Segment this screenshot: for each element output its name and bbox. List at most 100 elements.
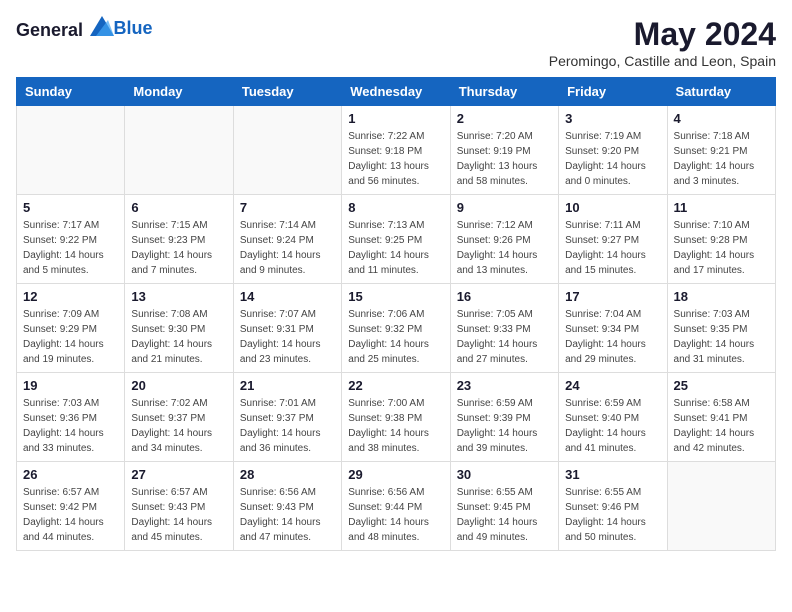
sunrise-text: Sunrise: 7:15 AM	[131, 218, 226, 233]
table-row: 27Sunrise: 6:57 AMSunset: 9:43 PMDayligh…	[125, 462, 233, 551]
logo-icon	[90, 16, 114, 36]
day-number: 27	[131, 467, 226, 482]
table-row: 28 Sunrise: 6:56 AMSunset: 9:43 PMDayligh…	[233, 462, 341, 551]
daylight-text: Daylight: 14 hours and 49 minutes.	[457, 515, 552, 545]
day-number: 26	[23, 467, 118, 482]
table-row: 2 Sunrise: 7:20 AMSunset: 9:19 PMDaylight…	[450, 106, 558, 195]
daylight-text: Daylight: 14 hours and 7 minutes.	[131, 248, 226, 278]
sunrise-text: Sunrise: 7:20 AM	[457, 129, 552, 144]
day-number: 12	[23, 289, 118, 304]
sunset-text: Sunset: 9:46 PM	[565, 500, 660, 515]
sunrise-text: Sunrise: 7:13 AM	[348, 218, 443, 233]
table-row: 5 Sunrise: 7:17 AMSunset: 9:22 PMDaylight…	[17, 195, 125, 284]
day-info: Sunrise: 6:59 AMSunset: 9:40 PMDaylight:…	[565, 396, 660, 456]
day-number: 3	[565, 111, 660, 126]
sunset-text: Sunset: 9:42 PM	[23, 500, 118, 515]
day-info: Sunrise: 7:03 AMSunset: 9:35 PMDaylight:…	[674, 307, 769, 367]
day-number: 5	[23, 200, 118, 215]
table-row: 18 Sunrise: 7:03 AMSunset: 9:35 PMDayligh…	[667, 284, 775, 373]
header-saturday: Saturday	[667, 78, 775, 106]
table-row: 3Sunrise: 7:19 AMSunset: 9:20 PMDaylight…	[559, 106, 667, 195]
daylight-text: Daylight: 14 hours and 39 minutes.	[457, 426, 552, 456]
day-info: Sunrise: 7:09 AMSunset: 9:29 PMDaylight:…	[23, 307, 118, 367]
calendar-week-row: 5 Sunrise: 7:17 AMSunset: 9:22 PMDaylight…	[17, 195, 776, 284]
daylight-text: Daylight: 13 hours and 58 minutes.	[457, 159, 552, 189]
header-tuesday: Tuesday	[233, 78, 341, 106]
day-number: 18	[674, 289, 769, 304]
day-info: Sunrise: 7:13 AMSunset: 9:25 PMDaylight:…	[348, 218, 443, 278]
sunrise-text: Sunrise: 7:02 AM	[131, 396, 226, 411]
sunset-text: Sunset: 9:18 PM	[348, 144, 443, 159]
sunrise-text: Sunrise: 7:01 AM	[240, 396, 335, 411]
day-number: 28	[240, 467, 335, 482]
sunset-text: Sunset: 9:28 PM	[674, 233, 769, 248]
sunrise-text: Sunrise: 6:55 AM	[457, 485, 552, 500]
calendar-week-row: 26Sunrise: 6:57 AMSunset: 9:42 PMDayligh…	[17, 462, 776, 551]
sunrise-text: Sunrise: 6:58 AM	[674, 396, 769, 411]
sunrise-text: Sunrise: 7:09 AM	[23, 307, 118, 322]
day-number: 6	[131, 200, 226, 215]
daylight-text: Daylight: 14 hours and 0 minutes.	[565, 159, 660, 189]
sunrise-text: Sunrise: 7:12 AM	[457, 218, 552, 233]
day-number: 16	[457, 289, 552, 304]
day-info: Sunrise: 7:18 AMSunset: 9:21 PMDaylight:…	[674, 129, 769, 189]
sunrise-text: Sunrise: 6:55 AM	[565, 485, 660, 500]
weekday-header-row: Sunday Monday Tuesday Wednesday Thursday…	[17, 78, 776, 106]
sunset-text: Sunset: 9:23 PM	[131, 233, 226, 248]
daylight-text: Daylight: 14 hours and 48 minutes.	[348, 515, 443, 545]
table-row	[17, 106, 125, 195]
day-info: Sunrise: 7:06 AMSunset: 9:32 PMDaylight:…	[348, 307, 443, 367]
day-info: Sunrise: 6:56 AMSunset: 9:43 PMDaylight:…	[240, 485, 335, 545]
header: General Blue May 2024 Peromingo, Castill…	[16, 16, 776, 69]
day-number: 19	[23, 378, 118, 393]
daylight-text: Daylight: 14 hours and 5 minutes.	[23, 248, 118, 278]
daylight-text: Daylight: 14 hours and 41 minutes.	[565, 426, 660, 456]
month-title: May 2024	[549, 16, 776, 53]
sunset-text: Sunset: 9:19 PM	[457, 144, 552, 159]
daylight-text: Daylight: 14 hours and 44 minutes.	[23, 515, 118, 545]
daylight-text: Daylight: 14 hours and 31 minutes.	[674, 337, 769, 367]
day-number: 2	[457, 111, 552, 126]
day-number: 22	[348, 378, 443, 393]
daylight-text: Daylight: 14 hours and 3 minutes.	[674, 159, 769, 189]
sunrise-text: Sunrise: 7:14 AM	[240, 218, 335, 233]
sunrise-text: Sunrise: 7:18 AM	[674, 129, 769, 144]
sunrise-text: Sunrise: 7:19 AM	[565, 129, 660, 144]
sunset-text: Sunset: 9:37 PM	[131, 411, 226, 426]
table-row: 6 Sunrise: 7:15 AMSunset: 9:23 PMDaylight…	[125, 195, 233, 284]
sunset-text: Sunset: 9:41 PM	[674, 411, 769, 426]
day-number: 31	[565, 467, 660, 482]
logo-text-blue: Blue	[114, 18, 153, 38]
day-info: Sunrise: 7:17 AMSunset: 9:22 PMDaylight:…	[23, 218, 118, 278]
day-info: Sunrise: 7:00 AMSunset: 9:38 PMDaylight:…	[348, 396, 443, 456]
table-row: 31Sunrise: 6:55 AMSunset: 9:46 PMDayligh…	[559, 462, 667, 551]
day-number: 15	[348, 289, 443, 304]
sunset-text: Sunset: 9:24 PM	[240, 233, 335, 248]
sunset-text: Sunset: 9:35 PM	[674, 322, 769, 337]
day-number: 11	[674, 200, 769, 215]
sunrise-text: Sunrise: 6:59 AM	[457, 396, 552, 411]
table-row	[233, 106, 341, 195]
daylight-text: Daylight: 14 hours and 13 minutes.	[457, 248, 552, 278]
sunrise-text: Sunrise: 7:22 AM	[348, 129, 443, 144]
calendar-week-row: 19Sunrise: 7:03 AMSunset: 9:36 PMDayligh…	[17, 373, 776, 462]
sunset-text: Sunset: 9:22 PM	[23, 233, 118, 248]
table-row: 30Sunrise: 6:55 AMSunset: 9:45 PMDayligh…	[450, 462, 558, 551]
table-row: 8 Sunrise: 7:13 AMSunset: 9:25 PMDaylight…	[342, 195, 450, 284]
table-row: 10Sunrise: 7:11 AMSunset: 9:27 PMDayligh…	[559, 195, 667, 284]
sunrise-text: Sunrise: 6:56 AM	[240, 485, 335, 500]
day-info: Sunrise: 7:04 AMSunset: 9:34 PMDaylight:…	[565, 307, 660, 367]
day-number: 14	[240, 289, 335, 304]
header-sunday: Sunday	[17, 78, 125, 106]
daylight-text: Daylight: 14 hours and 47 minutes.	[240, 515, 335, 545]
table-row: 19Sunrise: 7:03 AMSunset: 9:36 PMDayligh…	[17, 373, 125, 462]
day-number: 8	[348, 200, 443, 215]
daylight-text: Daylight: 14 hours and 33 minutes.	[23, 426, 118, 456]
daylight-text: Daylight: 14 hours and 38 minutes.	[348, 426, 443, 456]
table-row: 14Sunrise: 7:07 AMSunset: 9:31 PMDayligh…	[233, 284, 341, 373]
table-row: 13Sunrise: 7:08 AMSunset: 9:30 PMDayligh…	[125, 284, 233, 373]
table-row: 1Sunrise: 7:22 AMSunset: 9:18 PMDaylight…	[342, 106, 450, 195]
day-number: 20	[131, 378, 226, 393]
sunrise-text: Sunrise: 7:08 AM	[131, 307, 226, 322]
calendar-week-row: 12 Sunrise: 7:09 AMSunset: 9:29 PMDayligh…	[17, 284, 776, 373]
